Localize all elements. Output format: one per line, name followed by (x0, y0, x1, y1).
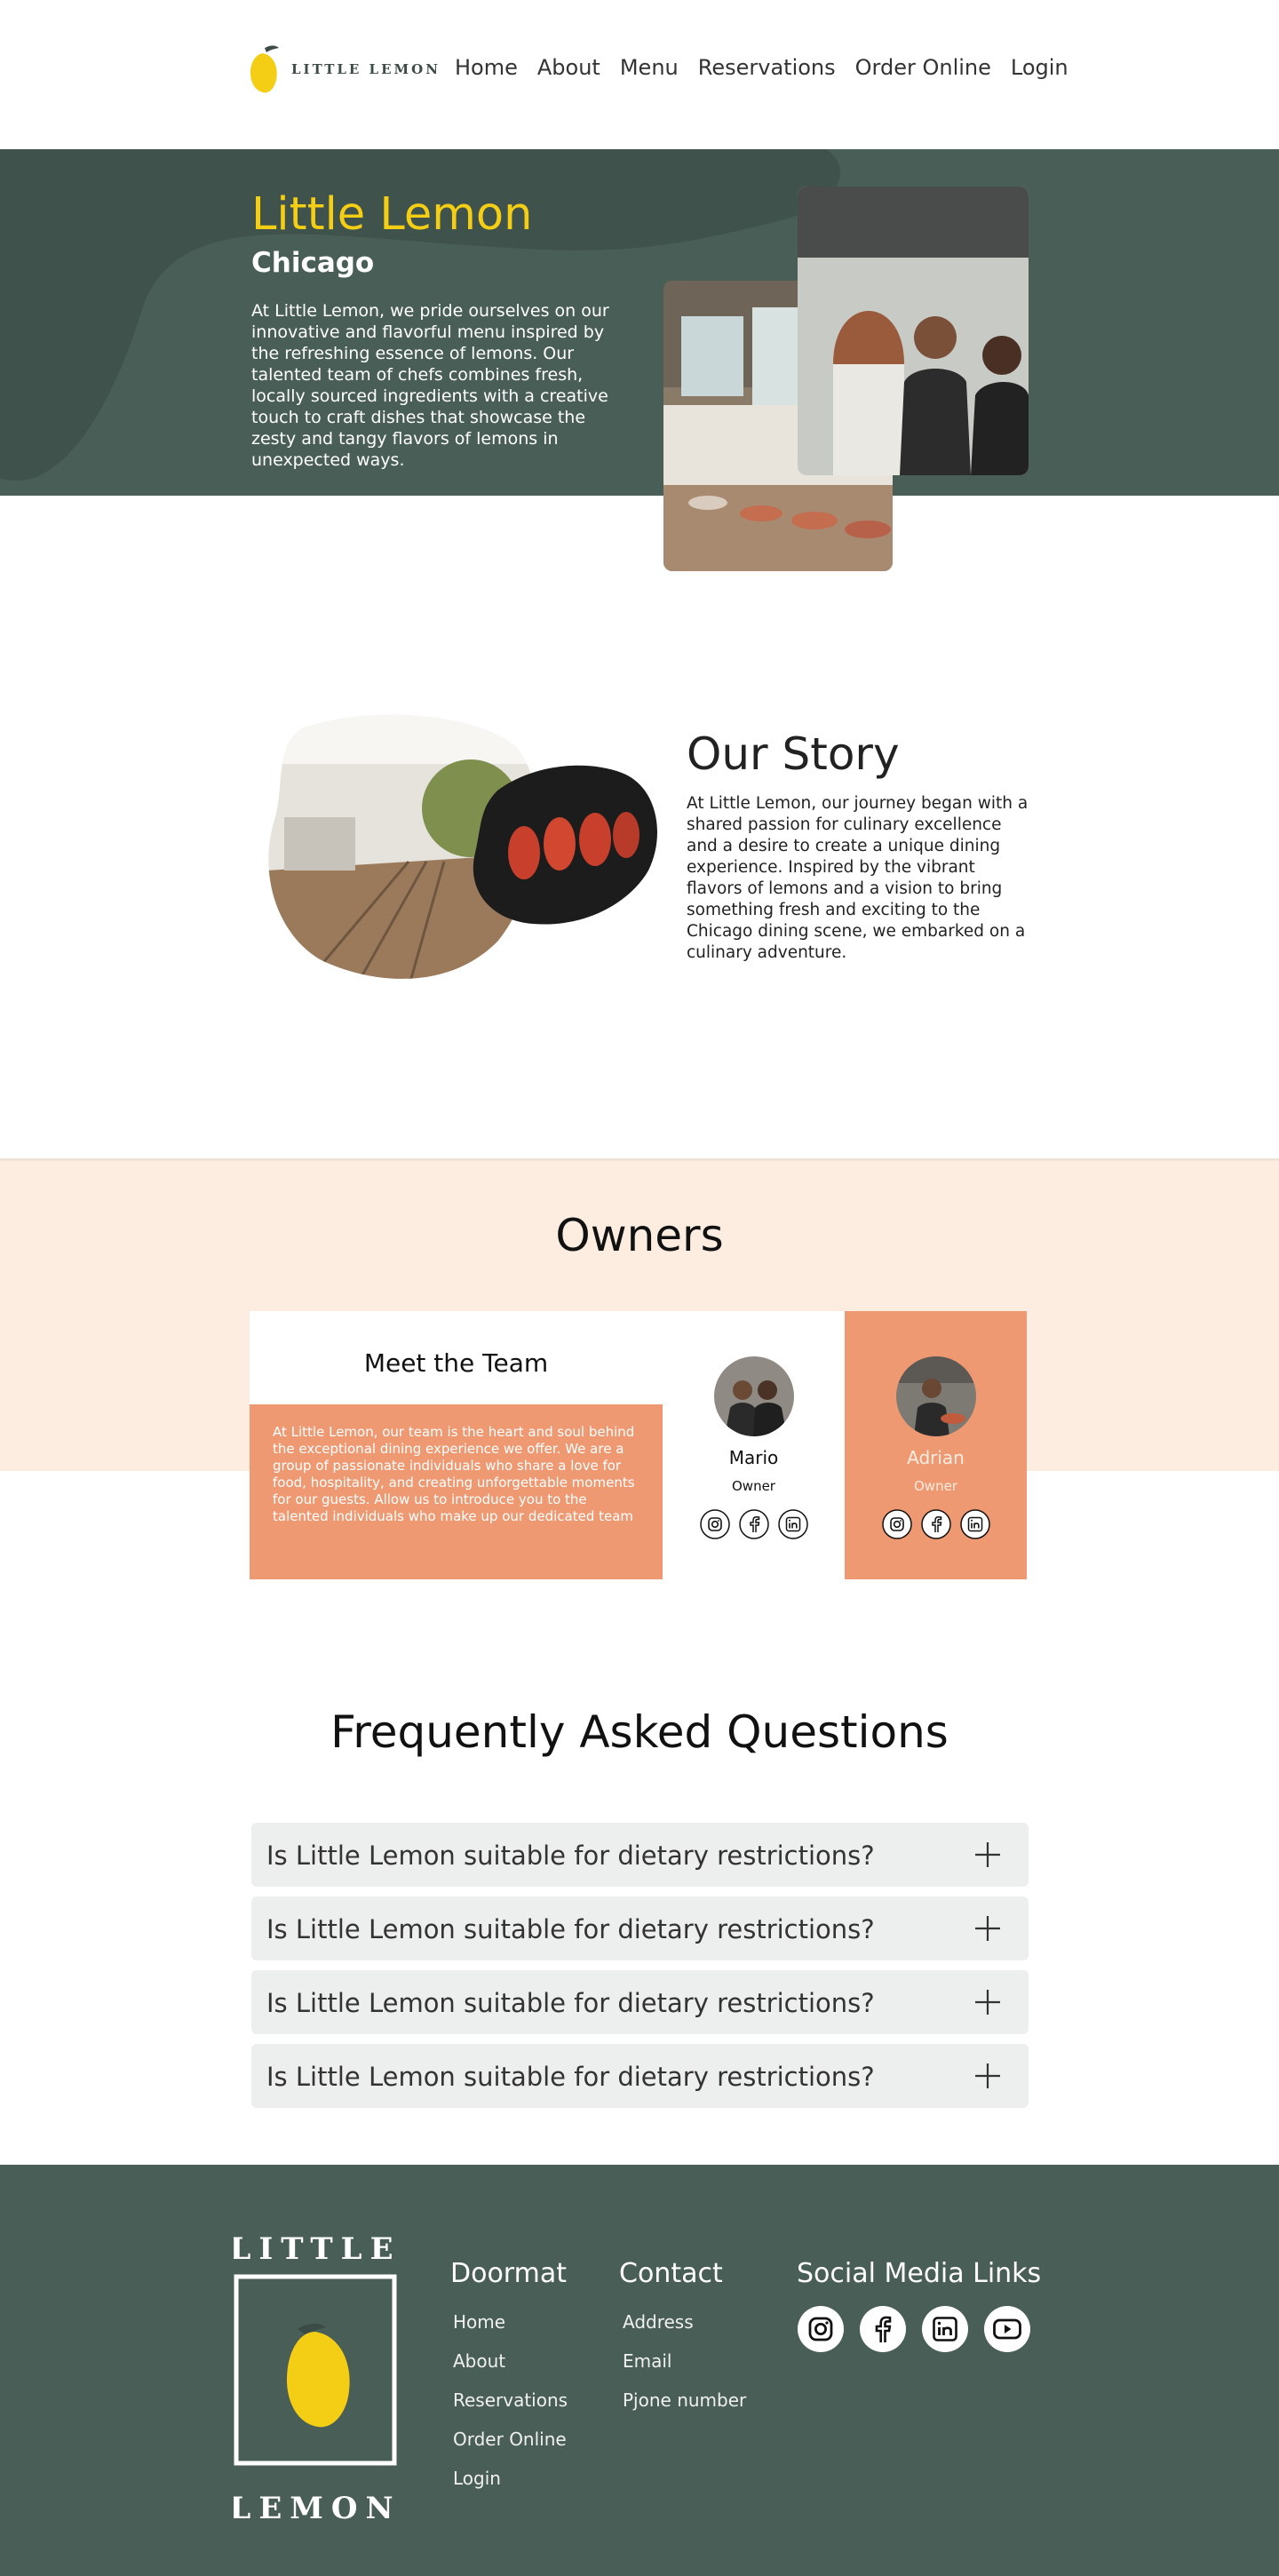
footer-link-address[interactable]: Address (623, 2311, 746, 2350)
facebook-icon[interactable] (859, 2305, 907, 2353)
faq-question: Is Little Lemon suitable for dietary res… (266, 1914, 875, 1944)
social-heading: Social Media Links (797, 2258, 1042, 2289)
doormat-links: Home About Reservations Order Online Log… (453, 2311, 568, 2507)
faq-item[interactable]: Is Little Lemon suitable for dietary res… (251, 1970, 1029, 2034)
plus-icon[interactable] (973, 1914, 1002, 1943)
owner-social-links (699, 1508, 809, 1540)
faq-question: Is Little Lemon suitable for dietary res… (266, 2062, 875, 2092)
hero-section (0, 149, 1279, 496)
hero-subtitle: Chicago (251, 247, 375, 279)
nav-about[interactable]: About (537, 55, 600, 80)
instagram-icon[interactable] (797, 2305, 845, 2353)
footer-logo[interactable]: LITTLE LEMON (234, 2227, 398, 2529)
doormat-heading: Doormat (450, 2258, 567, 2289)
plus-icon[interactable] (973, 1988, 1002, 2016)
footer-link-login[interactable]: Login (453, 2468, 568, 2507)
footer-link-home[interactable]: Home (453, 2311, 568, 2350)
faq-question: Is Little Lemon suitable for dietary res… (266, 1988, 875, 2018)
logo-wordmark: LITTLE LEMON (291, 61, 441, 77)
main-menu: Home About Menu Reservations Order Onlin… (455, 55, 1068, 80)
contact-heading: Contact (619, 2258, 723, 2289)
nav-menu[interactable]: Menu (620, 55, 679, 80)
facebook-icon[interactable] (738, 1508, 770, 1540)
nav-order-online[interactable]: Order Online (855, 55, 991, 80)
instagram-icon[interactable] (699, 1508, 731, 1540)
linkedin-icon[interactable] (921, 2305, 969, 2353)
team-heading: Meet the Team (250, 1311, 663, 1404)
footer-link-about[interactable]: About (453, 2350, 568, 2389)
footer-logo-top-text: LITTLE (234, 2231, 398, 2267)
owner-social-links (881, 1508, 991, 1540)
site-logo[interactable]: LITTLE LEMON (247, 43, 441, 96)
nav-reservations[interactable]: Reservations (698, 55, 836, 80)
owner-role: Owner (732, 1478, 775, 1494)
nav-home[interactable]: Home (455, 55, 518, 80)
owner-name: Mario (728, 1447, 779, 1468)
meet-the-team-panel: Meet the Team At Little Lemon, our team … (250, 1311, 663, 1579)
team-description: At Little Lemon, our team is the heart a… (250, 1404, 663, 1579)
faq-item[interactable]: Is Little Lemon suitable for dietary res… (251, 2044, 1029, 2108)
owner-name: Adrian (907, 1447, 965, 1468)
avatar (896, 1356, 976, 1436)
youtube-icon[interactable] (983, 2305, 1031, 2353)
contact-links: Address Email Pjone number (623, 2311, 746, 2429)
hero-title: Little Lemon (251, 188, 533, 241)
story-title: Our Story (687, 728, 900, 780)
footer-link-phone[interactable]: Pjone number (623, 2389, 746, 2429)
footer-social-links (797, 2305, 1031, 2353)
avatar (714, 1356, 794, 1436)
plus-icon[interactable] (973, 1841, 1002, 1869)
faq-question: Is Little Lemon suitable for dietary res… (266, 1841, 875, 1871)
nav-login[interactable]: Login (1011, 55, 1068, 80)
owner-card-adrian: Adrian Owner (845, 1311, 1027, 1579)
linkedin-icon[interactable] (959, 1508, 991, 1540)
owners-title: Owners (555, 1210, 724, 1261)
story-text: At Little Lemon, our journey began with … (687, 794, 1029, 962)
faq-item[interactable]: Is Little Lemon suitable for dietary res… (251, 1823, 1029, 1887)
site-footer: LITTLE LEMON Doormat Home About Reservat… (0, 2165, 1279, 2576)
hero-description: At Little Lemon, we pride ourselves on o… (251, 301, 609, 470)
faq-item[interactable]: Is Little Lemon suitable for dietary res… (251, 1896, 1029, 1960)
footer-link-reservations[interactable]: Reservations (453, 2389, 568, 2429)
linkedin-icon[interactable] (777, 1508, 809, 1540)
footer-link-email[interactable]: Email (623, 2350, 746, 2389)
footer-logo-bottom-text: LEMON (234, 2491, 398, 2526)
plus-icon[interactable] (973, 2062, 1002, 2090)
lemon-logo-icon (250, 45, 279, 93)
footer-link-order-online[interactable]: Order Online (453, 2429, 568, 2468)
facebook-icon[interactable] (920, 1508, 952, 1540)
faq-list: Is Little Lemon suitable for dietary res… (251, 1823, 1029, 2118)
faq-title: Frequently Asked Questions (330, 1706, 949, 1758)
chefs-photo (798, 187, 1029, 475)
instagram-icon[interactable] (881, 1508, 913, 1540)
top-navigation: LITTLE LEMON Home About Menu Reservation… (0, 0, 1279, 149)
owner-card-mario: Mario Owner (663, 1311, 845, 1579)
owner-role: Owner (914, 1478, 957, 1494)
story-collage-image (266, 711, 666, 988)
hero-background-shape (0, 149, 840, 481)
